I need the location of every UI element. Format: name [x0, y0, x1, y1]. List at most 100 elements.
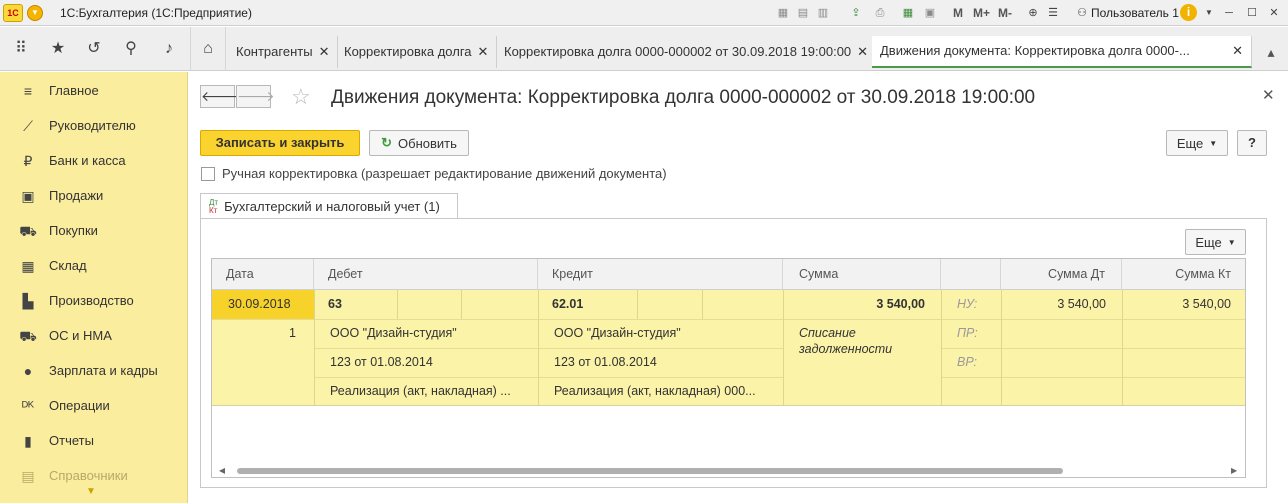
col-header-date[interactable]: Дата: [212, 259, 314, 290]
info-dropdown-icon[interactable]: ▼: [1201, 5, 1217, 21]
zoom-icon[interactable]: ⊕: [1025, 5, 1041, 21]
close-icon[interactable]: ✕: [478, 36, 489, 68]
close-form-icon[interactable]: ✕: [1262, 86, 1275, 104]
sidebar-item-label: ОС и НМА: [49, 328, 112, 343]
scroll-right-icon[interactable]: ▶: [1231, 466, 1237, 475]
col-header-amount-dt[interactable]: Сумма Дт: [1001, 259, 1122, 290]
grid-more-button[interactable]: Еще ▼: [1185, 229, 1246, 255]
sidebar-item-label: Покупки: [49, 223, 98, 238]
close-window-icon[interactable]: ✕: [1266, 5, 1282, 21]
printer-icon[interactable]: ⎙: [872, 5, 888, 21]
sidebar-item-9[interactable]: ● Зарплата и кадры: [0, 353, 188, 388]
sidebar-item-7[interactable]: ▙ Производство: [0, 283, 188, 318]
scroll-left-icon[interactable]: ◀: [219, 466, 225, 475]
memory-minus-button[interactable]: M-: [998, 5, 1012, 21]
back-button[interactable]: 🡐: [200, 85, 239, 108]
app-title: 1С:Бухгалтерия (1С:Предприятие): [60, 6, 252, 20]
col-header-amount[interactable]: Сумма: [783, 259, 941, 290]
close-icon[interactable]: ✕: [857, 36, 868, 68]
sidebar-item-label: Главное: [49, 83, 99, 98]
close-icon[interactable]: ✕: [1232, 35, 1243, 67]
sidebar-scroll-down-icon[interactable]: ▼: [86, 486, 96, 497]
app-logo: 1С: [3, 4, 23, 22]
col-header-amount-kt[interactable]: Сумма Кт: [1122, 259, 1245, 290]
main-menu-button[interactable]: ▼: [27, 5, 43, 21]
save-and-close-button[interactable]: Записать и закрыть: [200, 130, 360, 156]
manual-correction-label[interactable]: Ручная корректировка (разрешает редактир…: [222, 166, 667, 181]
sidebar-item-1[interactable]: ≡ Главное: [0, 73, 188, 108]
sidebar-item-11[interactable]: ▮ Отчеты: [0, 423, 188, 458]
col-header-debit[interactable]: Дебет: [314, 259, 538, 290]
refresh-button[interactable]: ↻ Обновить: [369, 130, 469, 156]
sidebar-item-5[interactable]: ⛟ Покупки: [0, 213, 188, 248]
row-debit-account: 63: [328, 297, 342, 311]
row-amount-kt-nu: 3 540,00: [1182, 297, 1231, 311]
memory-m-button[interactable]: M: [953, 5, 963, 21]
tab-accounting-tax[interactable]: Дт Кт Бухгалтерский и налоговый учет (1): [200, 193, 458, 219]
manual-correction-checkbox[interactable]: [201, 167, 215, 181]
tab-label: Движения документа: Корректировка долга …: [880, 43, 1190, 58]
forward-button[interactable]: 🡒: [236, 85, 275, 108]
attach-icon[interactable]: ⇪: [848, 5, 864, 21]
bell-icon[interactable]: ♪: [159, 39, 179, 59]
apps-grid-icon[interactable]: ⠿: [11, 39, 31, 59]
dt-kt-icon: Дт Кт: [209, 198, 218, 215]
more-button[interactable]: Еще ▼: [1166, 130, 1228, 156]
col-header-credit[interactable]: Кредит: [538, 259, 783, 290]
favorite-star-icon[interactable]: ☆: [291, 85, 311, 109]
tab-counterparties[interactable]: Контрагенты ✕: [228, 36, 339, 68]
home-icon[interactable]: ⌂: [190, 27, 226, 71]
search-icon[interactable]: ⚲: [121, 39, 141, 59]
sidebar-item-label: Производство: [49, 293, 134, 308]
cart-icon: ⛟: [19, 222, 37, 239]
sidebar-item-2[interactable]: ⟋ Руководителю: [0, 108, 188, 143]
close-icon[interactable]: ✕: [319, 36, 330, 68]
memory-plus-button[interactable]: M+: [973, 5, 990, 21]
bar-chart-icon: ▮: [24, 432, 32, 449]
row-credit-subconto-2: 123 от 01.08.2014: [554, 355, 657, 369]
tabs-scroll-icon[interactable]: ▴: [1256, 36, 1286, 68]
kt-label: Кт: [209, 205, 218, 215]
help-button[interactable]: ?: [1237, 130, 1267, 156]
sidebar-item-4[interactable]: ▣ Продажи: [0, 178, 188, 213]
row-credit-subconto-3: Реализация (акт, накладная) 000...: [554, 384, 756, 398]
print-icon[interactable]: ▤: [795, 5, 811, 21]
favorites-star-icon[interactable]: ★: [48, 39, 68, 59]
sidebar-item-10[interactable]: ᴰᴷ Операции: [0, 388, 188, 423]
row-date: 30.09.2018: [228, 297, 291, 311]
row-credit-account: 62.01: [552, 297, 584, 311]
tab-debt-correction[interactable]: Корректировка долга ✕: [336, 36, 498, 68]
tab-document-movements[interactable]: Движения документа: Корректировка долга …: [872, 36, 1252, 68]
user-icon: ⚇: [1077, 7, 1087, 19]
info-icon[interactable]: i: [1180, 4, 1197, 21]
user-name[interactable]: Пользователь 1: [1091, 6, 1179, 20]
list-icon[interactable]: ☰: [1045, 5, 1061, 21]
minimize-icon[interactable]: ─: [1221, 5, 1237, 21]
sidebar-item-3[interactable]: ₽ Банк и касса: [0, 143, 188, 178]
tab-debt-correction-doc[interactable]: Корректировка долга 0000-000002 от 30.09…: [496, 36, 878, 68]
row-amount: 3 540,00: [876, 297, 925, 311]
row-credit-subconto-1: ООО "Дизайн-студия": [554, 326, 681, 340]
preview-icon[interactable]: ▥: [815, 5, 831, 21]
calculator-icon[interactable]: ▦: [900, 5, 916, 21]
sidebar-item-6[interactable]: ▦ Склад: [0, 248, 188, 283]
col-header-tax-type[interactable]: [941, 259, 1001, 290]
horizontal-scrollbar[interactable]: ◀ ▶: [213, 465, 1244, 477]
sidebar-item-label: Зарплата и кадры: [49, 363, 158, 378]
dt-kt-icon: ᴰᴷ: [21, 397, 35, 414]
more-label: Еще: [1176, 135, 1204, 151]
grid-more-label: Еще: [1195, 234, 1222, 250]
calendar-icon[interactable]: ▣: [922, 5, 938, 21]
history-icon[interactable]: ↺: [84, 39, 104, 59]
sidebar-item-8[interactable]: ⛟ ОС и НМА: [0, 318, 188, 353]
maximize-icon[interactable]: ☐: [1244, 5, 1260, 21]
tab-label: Корректировка долга: [344, 44, 472, 59]
cart-bag-icon: ▣: [21, 187, 35, 204]
movements-table[interactable]: Дата Дебет Кредит Сумма Сумма Дт Сумма К…: [211, 258, 1246, 478]
row-tax-label-pr: ПР:: [957, 326, 978, 340]
tab-label: Корректировка долга 0000-000002 от 30.09…: [504, 44, 852, 59]
save-icon[interactable]: ▦: [775, 5, 791, 21]
row-tax-label-vr: ВР:: [957, 355, 978, 369]
subtab-label: Бухгалтерский и налоговый учет (1): [224, 199, 440, 214]
scrollbar-thumb[interactable]: [237, 468, 1063, 474]
